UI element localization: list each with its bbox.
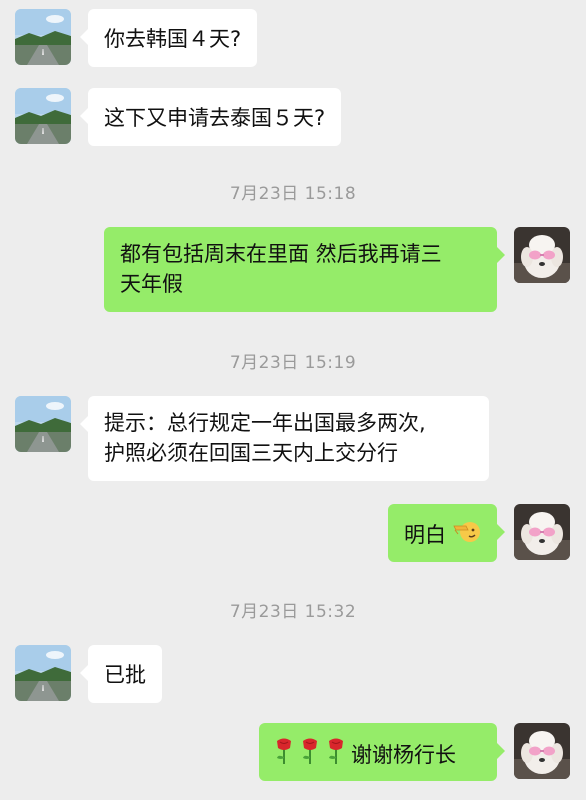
message-text: 已批	[104, 663, 146, 687]
message-text-line: 护照必须在回国三天内上交分行	[104, 441, 398, 465]
message-bubble-sent[interactable]: 都有包括周末在里面 然后我再请三 天年假	[104, 227, 505, 312]
contact-avatar[interactable]	[15, 396, 71, 452]
contact-avatar[interactable]	[15, 9, 71, 65]
bubble-tail	[80, 108, 88, 124]
message-text-line: 都有包括周末在里面 然后我再请三	[120, 242, 442, 266]
message-bubble-received[interactable]: 提示：总行规定一年出国最多两次, 护照必须在回国三天内上交分行	[80, 396, 489, 481]
saluting-face-icon	[452, 518, 480, 552]
message-bubble-received[interactable]: 你去韩国４天?	[80, 9, 258, 67]
bubble-tail	[497, 743, 505, 759]
bubble-tail	[80, 416, 88, 432]
message-bubble-received[interactable]: 这下又申请去泰国５天?	[80, 88, 342, 146]
bubble-tail	[80, 29, 88, 45]
bubble-tail	[497, 247, 505, 263]
message-text: 谢谢杨行长	[351, 743, 456, 767]
message-bubble-sent[interactable]: 谢谢杨行长	[259, 723, 505, 781]
contact-avatar[interactable]	[15, 645, 71, 701]
contact-avatar[interactable]	[15, 88, 71, 144]
message-text-line: 提示：总行规定一年出国最多两次,	[104, 411, 426, 435]
rose-icon	[273, 737, 295, 773]
timestamp: 7月23日 15:18	[229, 184, 357, 204]
message-bubble-received[interactable]: 已批	[80, 645, 162, 703]
rose-icon	[325, 737, 347, 773]
user-avatar[interactable]	[514, 723, 570, 779]
rose-icon	[299, 737, 321, 773]
user-avatar[interactable]	[514, 504, 570, 560]
message-text: 明白	[404, 523, 446, 547]
message-text-line: 天年假	[120, 272, 183, 296]
timestamp: 7月23日 15:32	[229, 602, 357, 622]
bubble-tail	[80, 665, 88, 681]
timestamp: 7月23日 15:19	[229, 353, 357, 373]
bubble-tail	[497, 524, 505, 540]
user-avatar[interactable]	[514, 227, 570, 283]
message-text: 你去韩国４天?	[104, 27, 242, 51]
message-text: 这下又申请去泰国５天?	[104, 106, 326, 130]
message-bubble-sent[interactable]: 明白	[388, 504, 505, 562]
